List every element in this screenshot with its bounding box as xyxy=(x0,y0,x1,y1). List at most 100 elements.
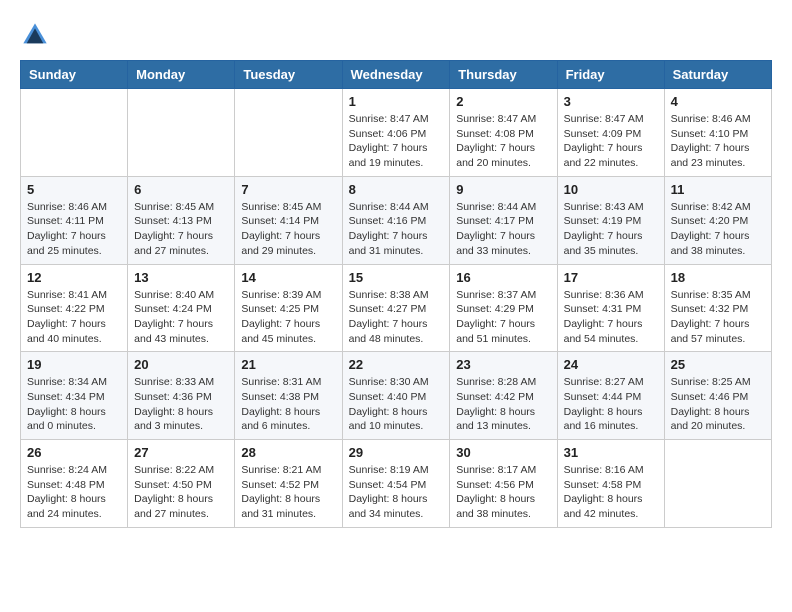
calendar-cell: 23Sunrise: 8:28 AM Sunset: 4:42 PM Dayli… xyxy=(450,352,557,440)
logo-icon xyxy=(20,20,50,50)
calendar-header-saturday: Saturday xyxy=(664,61,771,89)
calendar-cell: 18 Sunrise: 8:35 AM Sunset: 4:32 PM Dayli… xyxy=(664,264,771,352)
day-info: Sunrise: 8:27 AM Sunset: 4:44 PM Dayligh… xyxy=(564,375,658,434)
day-info: Sunrise: 8:31 AM Sunset: 4:38 PM Dayligh… xyxy=(241,375,335,434)
calendar-cell: 13 Sunrise: 8:40 AM Sunset: 4:24 PM Dayli… xyxy=(128,264,235,352)
calendar-cell: 5 Sunrise: 8:46 AM Sunset: 4:11 PM Daylig… xyxy=(21,176,128,264)
calendar-cell xyxy=(128,89,235,177)
day-number: 5 xyxy=(27,182,121,197)
day-number: 18 xyxy=(671,270,765,285)
day-number: 24 xyxy=(564,357,658,372)
day-number: 13 xyxy=(134,270,228,285)
day-info: Sunrise: 8:21 AM Sunset: 4:52 PM Dayligh… xyxy=(241,463,335,522)
calendar-week-row: 5 Sunrise: 8:46 AM Sunset: 4:11 PM Daylig… xyxy=(21,176,772,264)
day-info: Sunrise: 8:16 AM Sunset: 4:58 PM Dayligh… xyxy=(564,463,658,522)
calendar-cell: 20Sunrise: 8:33 AM Sunset: 4:36 PM Dayli… xyxy=(128,352,235,440)
day-info: Sunrise: 8:44 AM Sunset: 4:17 PM Dayligh… xyxy=(456,200,550,259)
day-info: Sunrise: 8:34 AM Sunset: 4:34 PM Dayligh… xyxy=(27,375,121,434)
day-info: Sunrise: 8:47 AM Sunset: 4:08 PM Dayligh… xyxy=(456,112,550,171)
day-info: Sunrise: 8:37 AM Sunset: 4:29 PM Dayligh… xyxy=(456,288,550,347)
calendar-cell: 16 Sunrise: 8:37 AM Sunset: 4:29 PM Dayli… xyxy=(450,264,557,352)
calendar-cell: 27Sunrise: 8:22 AM Sunset: 4:50 PM Dayli… xyxy=(128,440,235,528)
day-info: Sunrise: 8:47 AM Sunset: 4:06 PM Dayligh… xyxy=(349,112,444,171)
day-number: 2 xyxy=(456,94,550,109)
day-info: Sunrise: 8:46 AM Sunset: 4:10 PM Dayligh… xyxy=(671,112,765,171)
day-number: 21 xyxy=(241,357,335,372)
day-number: 6 xyxy=(134,182,228,197)
day-info: Sunrise: 8:39 AM Sunset: 4:25 PM Dayligh… xyxy=(241,288,335,347)
calendar-header-thursday: Thursday xyxy=(450,61,557,89)
calendar-week-row: 12Sunrise: 8:41 AM Sunset: 4:22 PM Dayli… xyxy=(21,264,772,352)
day-info: Sunrise: 8:24 AM Sunset: 4:48 PM Dayligh… xyxy=(27,463,121,522)
day-info: Sunrise: 8:17 AM Sunset: 4:56 PM Dayligh… xyxy=(456,463,550,522)
calendar-cell: 10 Sunrise: 8:43 AM Sunset: 4:19 PM Dayli… xyxy=(557,176,664,264)
day-number: 14 xyxy=(241,270,335,285)
calendar-cell: 6 Sunrise: 8:45 AM Sunset: 4:13 PM Daylig… xyxy=(128,176,235,264)
day-number: 19 xyxy=(27,357,121,372)
calendar-cell: 14 Sunrise: 8:39 AM Sunset: 4:25 PM Dayli… xyxy=(235,264,342,352)
calendar-cell xyxy=(21,89,128,177)
calendar-week-row: 19 Sunrise: 8:34 AM Sunset: 4:34 PM Dayli… xyxy=(21,352,772,440)
day-number: 10 xyxy=(564,182,658,197)
day-info: Sunrise: 8:28 AM Sunset: 4:42 PM Dayligh… xyxy=(456,375,550,434)
day-info: Sunrise: 8:46 AM Sunset: 4:11 PM Dayligh… xyxy=(27,200,121,259)
day-info: Sunrise: 8:30 AM Sunset: 4:40 PM Dayligh… xyxy=(349,375,444,434)
calendar-header-friday: Friday xyxy=(557,61,664,89)
calendar-cell: 19 Sunrise: 8:34 AM Sunset: 4:34 PM Dayli… xyxy=(21,352,128,440)
day-info: Sunrise: 8:42 AM Sunset: 4:20 PM Dayligh… xyxy=(671,200,765,259)
day-info: Sunrise: 8:41 AM Sunset: 4:22 PM Dayligh… xyxy=(27,288,121,347)
calendar-week-row: 26Sunrise: 8:24 AM Sunset: 4:48 PM Dayli… xyxy=(21,440,772,528)
calendar-cell: 25 Sunrise: 8:25 AM Sunset: 4:46 PM Dayli… xyxy=(664,352,771,440)
calendar-cell: 3 Sunrise: 8:47 AM Sunset: 4:09 PM Daylig… xyxy=(557,89,664,177)
calendar-cell: 2 Sunrise: 8:47 AM Sunset: 4:08 PM Daylig… xyxy=(450,89,557,177)
day-number: 3 xyxy=(564,94,658,109)
calendar-cell: 11 Sunrise: 8:42 AM Sunset: 4:20 PM Dayli… xyxy=(664,176,771,264)
day-info: Sunrise: 8:44 AM Sunset: 4:16 PM Dayligh… xyxy=(349,200,444,259)
calendar-cell: 9Sunrise: 8:44 AM Sunset: 4:17 PM Daylig… xyxy=(450,176,557,264)
calendar-cell: 21 Sunrise: 8:31 AM Sunset: 4:38 PM Dayli… xyxy=(235,352,342,440)
calendar-cell: 4 Sunrise: 8:46 AM Sunset: 4:10 PM Daylig… xyxy=(664,89,771,177)
calendar-cell: 17 Sunrise: 8:36 AM Sunset: 4:31 PM Dayli… xyxy=(557,264,664,352)
calendar-cell: 22 Sunrise: 8:30 AM Sunset: 4:40 PM Dayli… xyxy=(342,352,450,440)
calendar-cell: 1 Sunrise: 8:47 AM Sunset: 4:06 PM Daylig… xyxy=(342,89,450,177)
calendar-cell xyxy=(664,440,771,528)
day-number: 11 xyxy=(671,182,765,197)
logo xyxy=(20,20,56,50)
calendar-cell: 8 Sunrise: 8:44 AM Sunset: 4:16 PM Daylig… xyxy=(342,176,450,264)
day-info: Sunrise: 8:38 AM Sunset: 4:27 PM Dayligh… xyxy=(349,288,444,347)
day-info: Sunrise: 8:43 AM Sunset: 4:19 PM Dayligh… xyxy=(564,200,658,259)
calendar-header-monday: Monday xyxy=(128,61,235,89)
day-info: Sunrise: 8:40 AM Sunset: 4:24 PM Dayligh… xyxy=(134,288,228,347)
day-number: 17 xyxy=(564,270,658,285)
day-info: Sunrise: 8:25 AM Sunset: 4:46 PM Dayligh… xyxy=(671,375,765,434)
day-info: Sunrise: 8:19 AM Sunset: 4:54 PM Dayligh… xyxy=(349,463,444,522)
day-number: 25 xyxy=(671,357,765,372)
day-number: 4 xyxy=(671,94,765,109)
calendar-cell: 29 Sunrise: 8:19 AM Sunset: 4:54 PM Dayli… xyxy=(342,440,450,528)
day-number: 1 xyxy=(349,94,444,109)
calendar-cell: 12Sunrise: 8:41 AM Sunset: 4:22 PM Dayli… xyxy=(21,264,128,352)
day-info: Sunrise: 8:45 AM Sunset: 4:14 PM Dayligh… xyxy=(241,200,335,259)
calendar-cell: 28Sunrise: 8:21 AM Sunset: 4:52 PM Dayli… xyxy=(235,440,342,528)
day-info: Sunrise: 8:47 AM Sunset: 4:09 PM Dayligh… xyxy=(564,112,658,171)
day-info: Sunrise: 8:35 AM Sunset: 4:32 PM Dayligh… xyxy=(671,288,765,347)
calendar-cell: 24 Sunrise: 8:27 AM Sunset: 4:44 PM Dayli… xyxy=(557,352,664,440)
calendar-cell xyxy=(235,89,342,177)
day-number: 29 xyxy=(349,445,444,460)
calendar-cell: 15 Sunrise: 8:38 AM Sunset: 4:27 PM Dayli… xyxy=(342,264,450,352)
day-info: Sunrise: 8:36 AM Sunset: 4:31 PM Dayligh… xyxy=(564,288,658,347)
day-number: 16 xyxy=(456,270,550,285)
calendar-cell: 7 Sunrise: 8:45 AM Sunset: 4:14 PM Daylig… xyxy=(235,176,342,264)
calendar-week-row: 1 Sunrise: 8:47 AM Sunset: 4:06 PM Daylig… xyxy=(21,89,772,177)
calendar-cell: 30 Sunrise: 8:17 AM Sunset: 4:56 PM Dayli… xyxy=(450,440,557,528)
day-number: 22 xyxy=(349,357,444,372)
day-info: Sunrise: 8:22 AM Sunset: 4:50 PM Dayligh… xyxy=(134,463,228,522)
day-number: 7 xyxy=(241,182,335,197)
day-number: 30 xyxy=(456,445,550,460)
day-number: 31 xyxy=(564,445,658,460)
day-number: 15 xyxy=(349,270,444,285)
day-number: 8 xyxy=(349,182,444,197)
day-info: Sunrise: 8:45 AM Sunset: 4:13 PM Dayligh… xyxy=(134,200,228,259)
calendar-header-sunday: Sunday xyxy=(21,61,128,89)
calendar-cell: 31 Sunrise: 8:16 AM Sunset: 4:58 PM Dayli… xyxy=(557,440,664,528)
